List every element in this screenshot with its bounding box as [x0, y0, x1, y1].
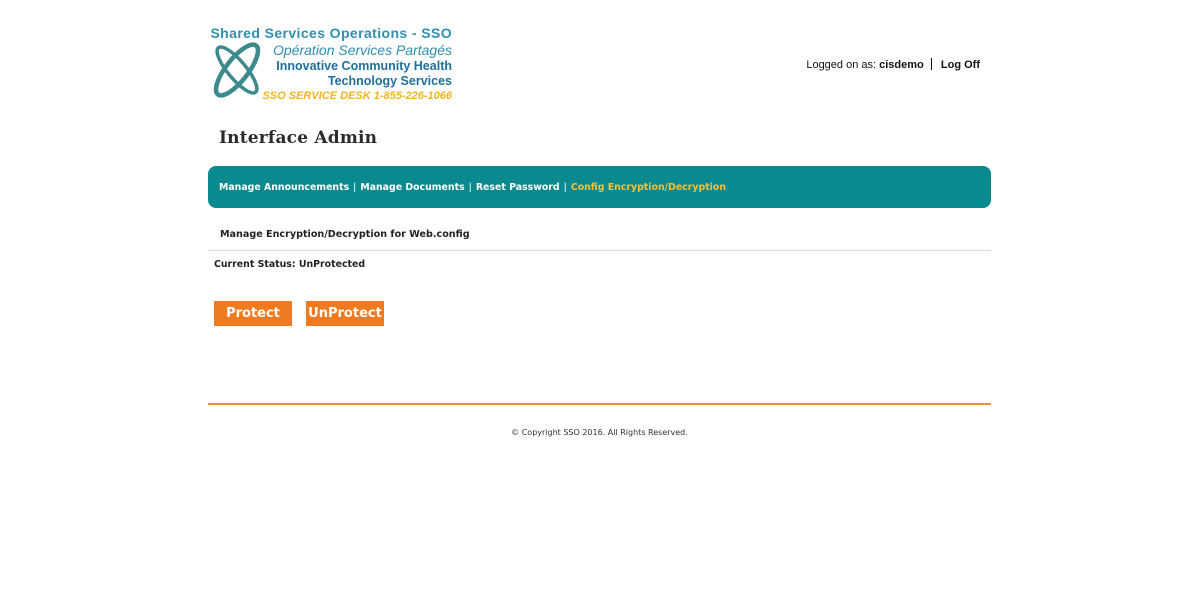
logo-line-service-desk: SSO SERVICE DESK 1-855-226-1066 — [262, 90, 452, 102]
nav-manage-documents[interactable]: Manage Documents — [360, 182, 464, 193]
user-bar: Logged on as: cisdemo Log Off — [806, 58, 980, 71]
unprotect-button[interactable]: UnProtect — [306, 301, 384, 326]
footer-copyright: © Copyright SSO 2016. All Rights Reserve… — [511, 428, 688, 437]
page-title: Interface Admin — [219, 128, 378, 148]
section-divider — [208, 250, 991, 251]
user-bar-divider — [930, 58, 932, 70]
protect-button[interactable]: Protect — [214, 301, 292, 326]
nav-reset-password[interactable]: Reset Password — [476, 182, 560, 193]
logged-on-label: Logged on as: — [806, 59, 877, 71]
admin-nav-bar: Manage Announcements | Manage Documents … — [208, 166, 991, 208]
logo-line-org: Shared Services Operations - SSO — [210, 25, 452, 41]
nav-separator: | — [468, 181, 472, 193]
footer-divider — [208, 403, 991, 405]
nav-config-encryption[interactable]: Config Encryption/Decryption — [571, 182, 726, 193]
logo-line-program: Innovative Community Health — [276, 59, 452, 73]
current-status: Current Status: UnProtected — [214, 259, 366, 270]
orbit-logo-icon — [213, 42, 261, 98]
sso-logo[interactable]: Shared Services Operations - SSO Opérati… — [206, 25, 466, 106]
username: cisdemo — [879, 59, 924, 71]
page: Shared Services Operations - SSO Opérati… — [0, 0, 1200, 600]
nav-manage-announcements[interactable]: Manage Announcements — [219, 182, 349, 193]
logo-line-services: Technology Services — [327, 74, 452, 88]
logo-line-french: Opération Services Partagés — [273, 42, 452, 58]
section-title: Manage Encryption/Decryption for Web.con… — [220, 229, 470, 240]
nav-separator: | — [353, 181, 357, 193]
log-off-link[interactable]: Log Off — [941, 59, 980, 71]
nav-separator: | — [563, 181, 567, 193]
